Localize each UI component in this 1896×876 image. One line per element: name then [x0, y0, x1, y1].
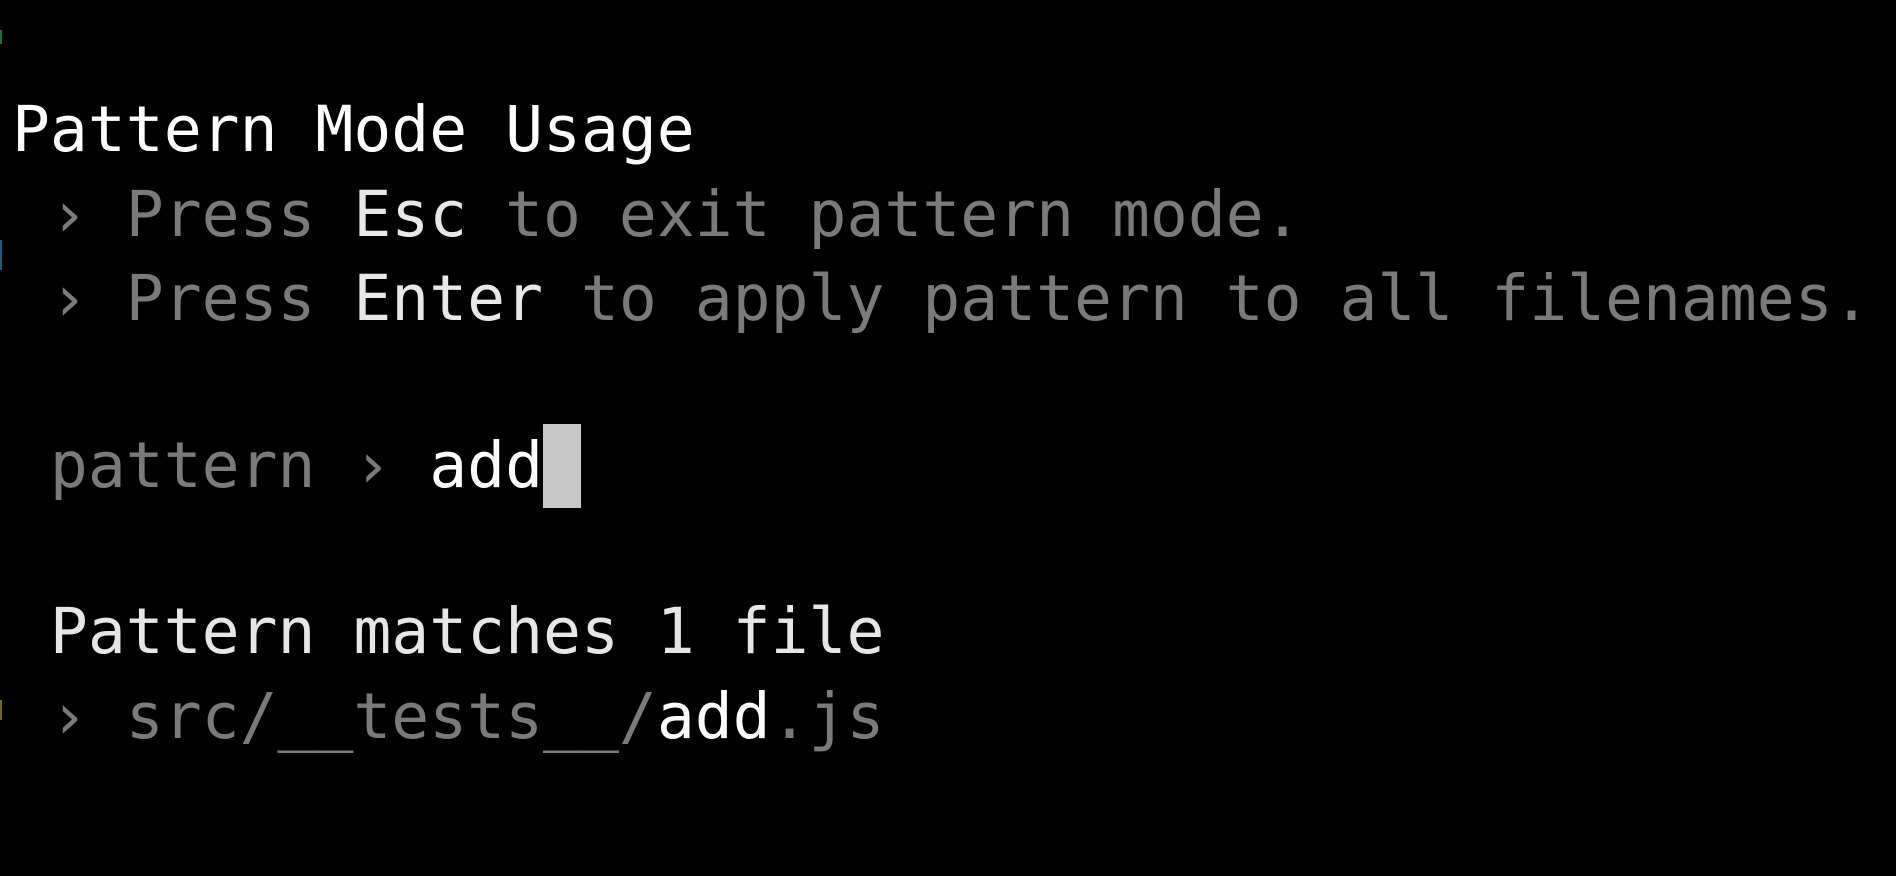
edge-marker [0, 30, 2, 44]
usage-title: Pattern Mode Usage [12, 93, 695, 166]
usage-key-esc: Esc [353, 178, 468, 251]
match-summary: Pattern matches 1 file [12, 595, 885, 668]
usage-line-suffix: to apply pattern to all filenames. [543, 262, 1871, 335]
edge-marker [0, 700, 2, 720]
pattern-prompt[interactable]: pattern › add [12, 424, 582, 508]
usage-line-prefix: › Press [12, 178, 354, 251]
text-cursor [543, 424, 582, 508]
usage-line-esc: › Press Esc to exit pattern mode. [12, 173, 1302, 257]
pattern-input-value[interactable]: add [429, 429, 543, 502]
match-path-ext: .js [770, 680, 885, 753]
match-list-item: › src/__tests__/add.js [12, 675, 884, 759]
match-path-highlight: add [656, 680, 771, 753]
terminal-window: Pattern Mode Usage › Press Esc to exit p… [0, 0, 1896, 876]
match-arrow: › [12, 680, 126, 753]
usage-line-prefix: › Press [12, 262, 354, 335]
usage-key-enter: Enter [353, 262, 544, 335]
match-path-dir: src/__tests__/ [125, 680, 657, 753]
usage-line-enter: › Press Enter to apply pattern to all fi… [12, 257, 1871, 341]
usage-line-suffix: to exit pattern mode. [467, 178, 1302, 251]
edge-marker [0, 240, 2, 270]
pattern-prompt-label: pattern › [12, 429, 430, 502]
